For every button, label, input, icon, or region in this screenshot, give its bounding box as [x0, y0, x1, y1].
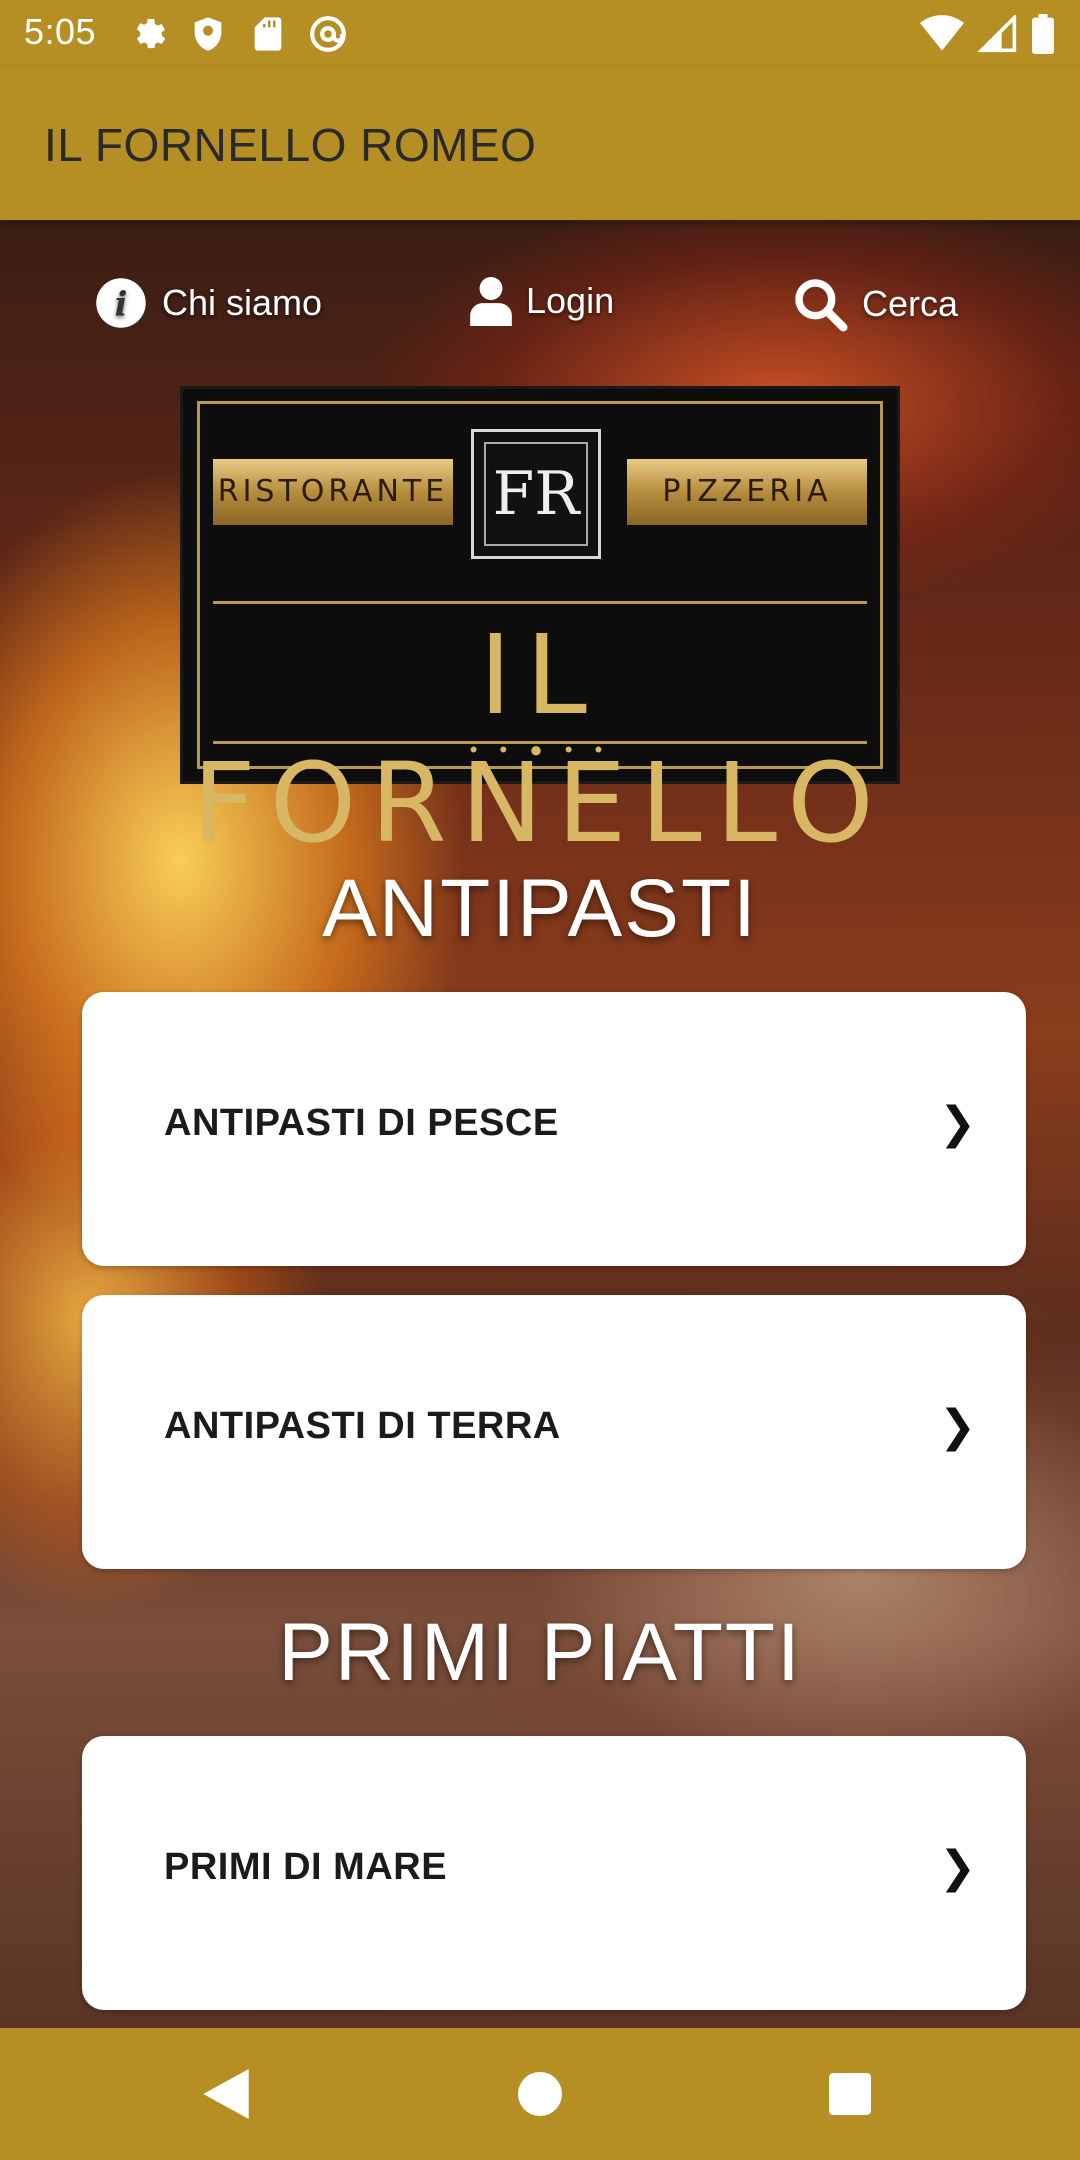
settings-icon: [128, 14, 168, 54]
wifi-icon: [920, 15, 964, 58]
recents-button[interactable]: [820, 2064, 880, 2124]
category-card-primi-mare[interactable]: PRIMI DI MARE ❯: [82, 1736, 1026, 2010]
top-nav: i Chi siamo Login Cerca: [0, 220, 1080, 380]
status-icons-right: [920, 13, 1054, 59]
home-icon: [518, 2072, 562, 2116]
section-title-antipasti: ANTIPASTI: [322, 863, 758, 954]
login-button[interactable]: Login: [470, 276, 614, 326]
search-button[interactable]: Cerca: [792, 276, 958, 332]
restaurant-logo: RISTORANTE PIZZERIA FR IL FORNELLO • • ●…: [180, 386, 900, 867]
app-title: IL FORNELLO ROMEO: [44, 119, 537, 171]
logo-band-right: PIZZERIA: [627, 459, 867, 525]
category-card-antipasti-terra[interactable]: ANTIPASTI DI TERRA ❯: [82, 1295, 1026, 1569]
about-label: Chi siamo: [162, 282, 323, 323]
logo-dots: • • ● • •: [469, 737, 611, 762]
logo-monogram: FR: [484, 442, 588, 546]
section-title-primi-piatti: PRIMI PIATTI: [278, 1607, 802, 1698]
login-label: Login: [526, 280, 615, 321]
user-icon: [470, 277, 512, 326]
battery-icon: [1032, 14, 1054, 59]
system-nav-bar: [0, 2028, 1080, 2160]
logo-band-left-text: RISTORANTE: [217, 474, 449, 509]
category-card-antipasti-pesce[interactable]: ANTIPASTI DI PESCE ❯: [82, 992, 1026, 1266]
chevron-right-icon: ❯: [939, 1843, 976, 1892]
svg-text:i: i: [115, 283, 128, 323]
search-icon: [795, 279, 848, 332]
category-label: PRIMI DI MARE: [164, 1846, 448, 1888]
logo-band-left: RISTORANTE: [213, 459, 453, 525]
status-time: 5:05: [24, 11, 97, 52]
chevron-right-icon: ❯: [939, 1402, 976, 1451]
info-icon: i: [96, 278, 146, 328]
search-label: Cerca: [862, 283, 959, 324]
chevron-right-icon: ❯: [939, 1099, 976, 1148]
logo-divider-top: [213, 601, 867, 604]
main-content[interactable]: i Chi siamo Login Cerca RISTORANTE PIZZE…: [0, 220, 1080, 2028]
logo-band-right-text: PIZZERIA: [662, 474, 832, 509]
back-icon: [203, 2069, 249, 2119]
sd-card-icon: [248, 14, 288, 54]
status-icons-left: [128, 14, 348, 54]
signal-icon: [977, 13, 1018, 58]
home-button[interactable]: [510, 2064, 570, 2124]
back-button[interactable]: [196, 2064, 256, 2124]
recents-icon: [829, 2073, 871, 2115]
at-sign-icon: [308, 14, 348, 54]
app-bar: IL FORNELLO ROMEO: [0, 66, 1080, 220]
logo-emblem: FR: [471, 429, 601, 559]
about-button[interactable]: i Chi siamo: [94, 276, 322, 330]
shield-icon: [188, 14, 228, 54]
status-bar: 5:05: [0, 0, 1080, 66]
category-label: ANTIPASTI DI PESCE: [164, 1102, 559, 1144]
category-label: ANTIPASTI DI TERRA: [164, 1405, 561, 1447]
